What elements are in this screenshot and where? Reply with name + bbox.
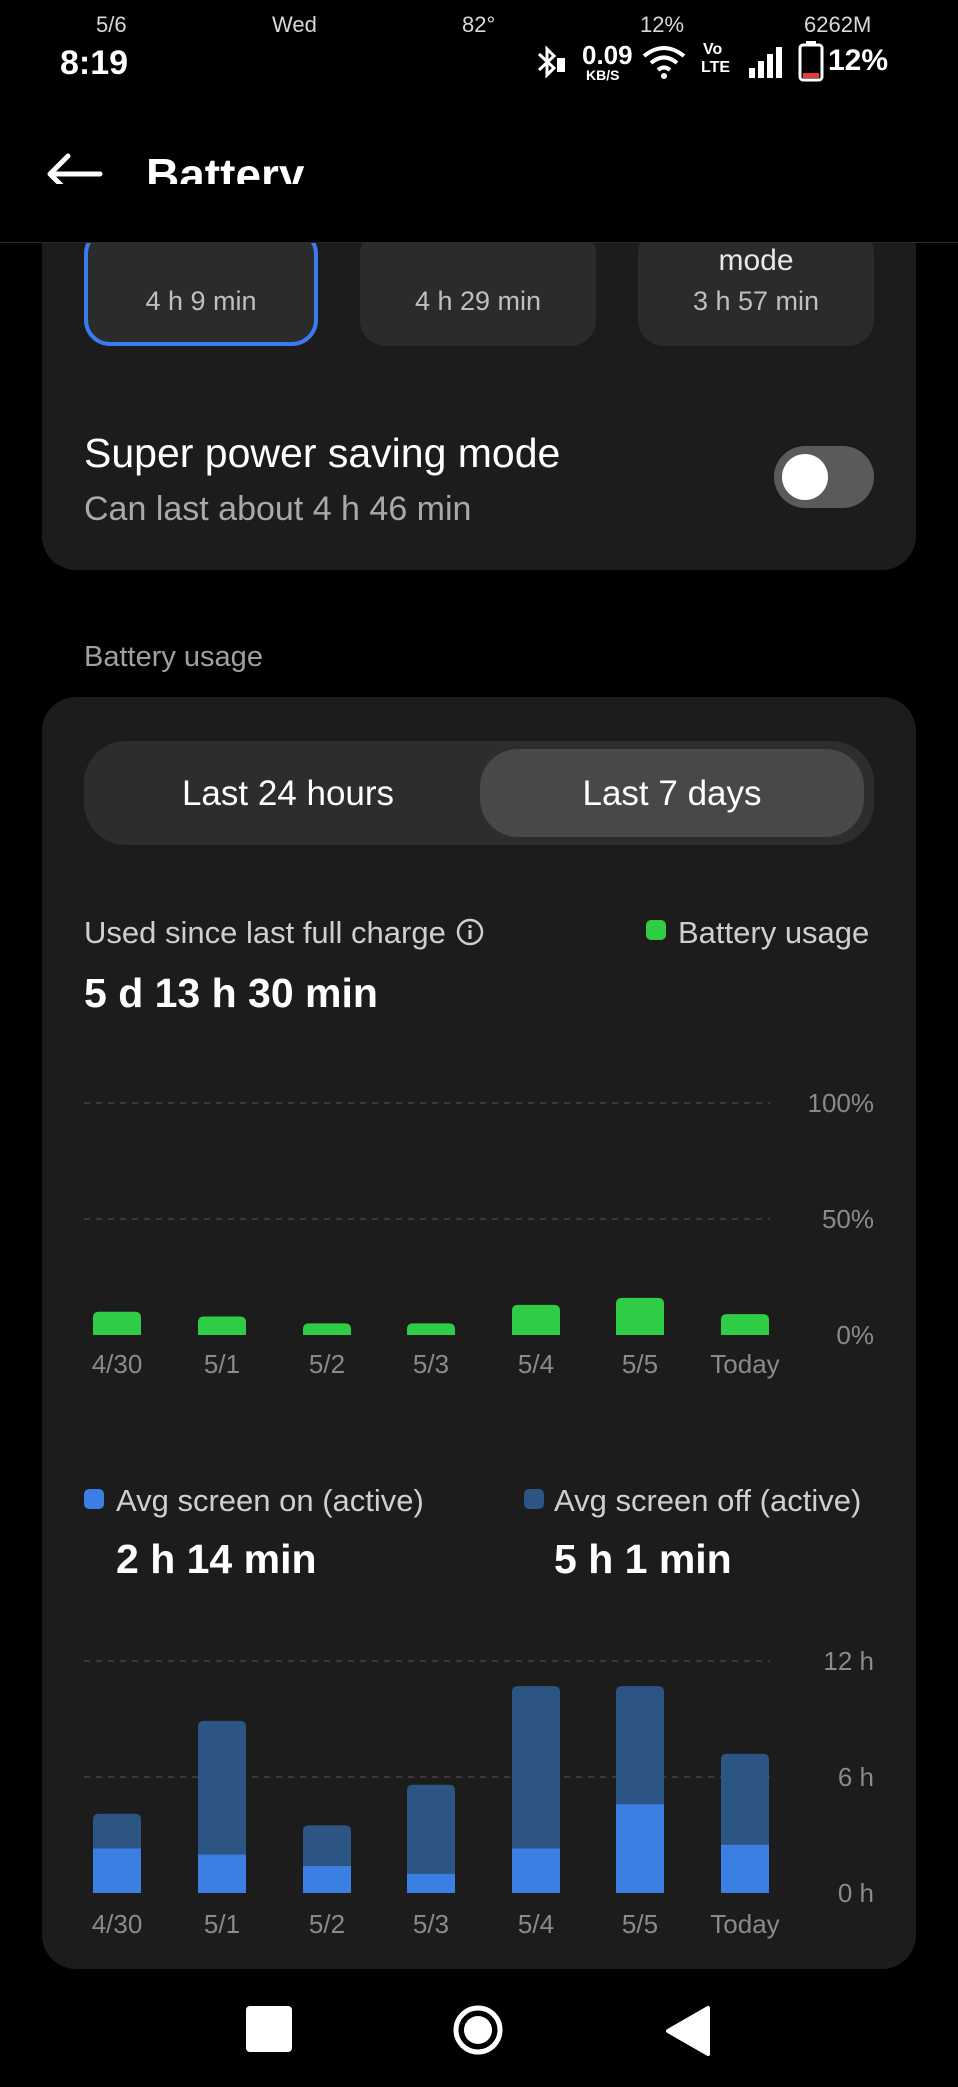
x-tick-label: 5/3 xyxy=(413,1909,449,1939)
bar-today-0 xyxy=(721,1844,769,1893)
x-tick-label: 5/2 xyxy=(309,1909,345,1939)
bar-5-1-0 xyxy=(198,1854,246,1893)
bar-5-2-0 xyxy=(303,1865,351,1893)
x-tick-label: 4/30 xyxy=(92,1909,143,1939)
bar-today-1 xyxy=(721,1753,769,1845)
x-tick-label: 5/1 xyxy=(204,1909,240,1939)
y-tick-label: 12 h xyxy=(823,1646,874,1676)
screen-time-chart: 12 h 6 h 0 h 4/30 5/1 5/2 5/3 5/4 5/5 Today xyxy=(84,1646,874,1939)
bar-4-30-1 xyxy=(93,1813,141,1849)
bar-5-1-1 xyxy=(198,1720,246,1855)
x-tick-label: 5/4 xyxy=(518,1909,554,1939)
recent-apps-button[interactable] xyxy=(246,2006,292,2052)
y-tick-label: 6 h xyxy=(838,1762,874,1792)
bar-5-4-1 xyxy=(512,1686,560,1849)
home-button[interactable] xyxy=(450,2002,506,2058)
bar-4-30-0 xyxy=(93,1848,141,1893)
back-button[interactable] xyxy=(662,2004,712,2058)
x-tick-label: 5/5 xyxy=(622,1909,658,1939)
bar-5-3-0 xyxy=(407,1873,455,1893)
bar-5-2-1 xyxy=(303,1825,351,1866)
x-tick-label: Today xyxy=(710,1909,779,1939)
bar-5-4-0 xyxy=(512,1848,560,1893)
bar-5-5-1 xyxy=(616,1686,664,1805)
y-tick-label: 0 h xyxy=(838,1878,874,1908)
bar-5-3-1 xyxy=(407,1784,455,1874)
bar-5-5-0 xyxy=(616,1804,664,1893)
